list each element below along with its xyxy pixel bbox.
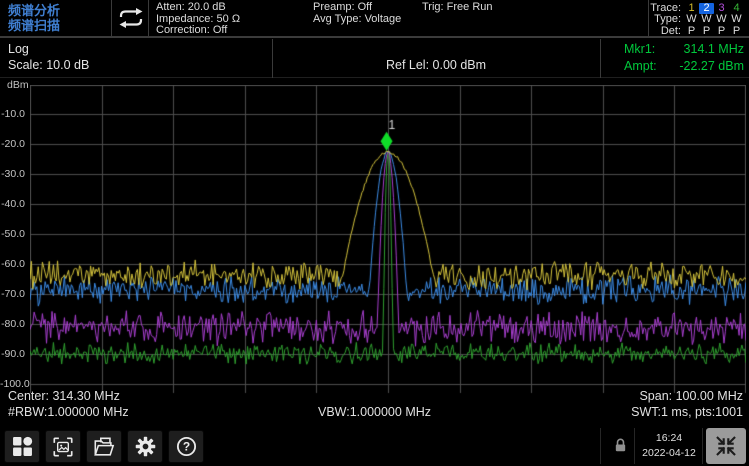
- apps-menu-button[interactable]: [4, 430, 40, 463]
- marker-frequency-readout: Mkr1: 314.1 MHz: [624, 42, 744, 56]
- y-axis-tick-label: -70.0: [0, 289, 25, 300]
- screenshot-button[interactable]: [45, 430, 81, 463]
- divider: [111, 0, 112, 36]
- divider: [148, 0, 149, 36]
- y-axis-tick-label: -80.0: [0, 319, 25, 330]
- scale-value: Scale: 10.0 dB: [8, 57, 89, 73]
- trace-attr-cell: W: [684, 14, 699, 25]
- amplitude-settings-bar: Log Scale: 10.0 dB Ref Lel: 0.00 dBm Mkr…: [0, 37, 749, 78]
- scale-block: Log Scale: 10.0 dB: [8, 41, 89, 73]
- y-axis-tick-label: -50.0: [0, 229, 25, 240]
- apps-icon: [12, 436, 33, 457]
- date-value: 2022-04-12: [637, 446, 701, 461]
- span-value: Span: 100.00 MHz: [631, 389, 743, 405]
- trace-attr-cell: W: [729, 14, 744, 25]
- help-icon: ?: [175, 435, 198, 458]
- mkr1-label: Mkr1:: [624, 42, 655, 56]
- svg-text:?: ?: [182, 440, 189, 454]
- settings-button[interactable]: [127, 430, 163, 463]
- sweep-loop-icon: [116, 7, 146, 29]
- trigger-block: Trig: Free Run: [422, 2, 493, 14]
- fullscreen-exit-button[interactable]: [706, 428, 746, 464]
- divider: [634, 428, 635, 464]
- collapse-arrows-icon: [714, 434, 738, 458]
- clock-display: 16:24 2022-04-12: [637, 431, 701, 461]
- y-axis-tick-label: -90.0: [0, 349, 25, 360]
- help-button[interactable]: ?: [168, 430, 204, 463]
- mkr1-frequency: 314.1 MHz: [684, 42, 744, 56]
- y-axis-tick-label: -30.0: [0, 169, 25, 180]
- time-value: 16:24: [637, 431, 701, 446]
- ref-level-value: Ref Lel: 0.00 dBm: [272, 58, 600, 72]
- gear-icon: [134, 435, 157, 458]
- lock-icon: [612, 437, 629, 454]
- spectrum-plot-canvas[interactable]: [30, 85, 746, 395]
- atten-status: Atten: 20.0 dB: [156, 2, 240, 14]
- y-axis-tick-label: -10.0: [0, 109, 25, 120]
- screenshot-icon: [52, 436, 74, 458]
- type-row-label: Type:: [654, 14, 681, 25]
- trace-attr-cell: P: [714, 26, 729, 37]
- det-row-label: Det:: [661, 26, 681, 37]
- divider: [648, 0, 649, 36]
- trace-type-cells: WWWW: [684, 14, 744, 25]
- continuous-sweep-button[interactable]: [115, 7, 147, 31]
- trace-attr-cell: P: [699, 26, 714, 37]
- trace-status-panel: Trace: 1234 Type: WWWW Det: PPPP: [650, 3, 744, 37]
- trace-attr-cell: P: [729, 26, 744, 37]
- mode-menu[interactable]: 频谱分析 频谱扫描: [8, 3, 60, 33]
- ampt-value: -22.27 dBm: [679, 59, 744, 73]
- log-scale-label: Log: [8, 41, 89, 57]
- y-axis-tick-label: -20.0: [0, 139, 25, 150]
- folder-file-icon: [93, 436, 115, 458]
- trig-status: Trig: Free Run: [422, 2, 493, 14]
- center-frequency: Center: 314.30 MHz: [8, 389, 129, 405]
- mode-line-2: 频谱扫描: [8, 18, 60, 33]
- trace-det-cells: PPPP: [684, 26, 744, 37]
- preamp-settings-block: Preamp: Off Avg Type: Voltage: [313, 2, 401, 25]
- lock-status: [612, 437, 629, 459]
- trace-attr-cell: W: [699, 14, 714, 25]
- divider: [702, 428, 703, 464]
- y-axis-tick-label: -60.0: [0, 259, 25, 270]
- bottom-toolbar: ? 16:24 2022-04-12: [0, 426, 749, 466]
- input-settings-block: Atten: 20.0 dB Impedance: 50 Ω Correctio…: [156, 2, 240, 37]
- spectrum-analyzer-screen: 频谱分析 频谱扫描 Atten: 20.0 dB Impedance: 50 Ω…: [0, 0, 749, 466]
- swt-points-value: SWT:1 ms, pts:1001: [631, 405, 743, 421]
- marker-amplitude-readout: Ampt: -22.27 dBm: [624, 59, 744, 73]
- avg-type-status: Avg Type: Voltage: [313, 14, 401, 26]
- preamp-status: Preamp: Off: [313, 2, 401, 14]
- top-status-bar: 频谱分析 频谱扫描 Atten: 20.0 dB Impedance: 50 Ω…: [0, 0, 749, 37]
- y-axis-tick-labels: -10.0 -20.0 -30.0 -40.0 -50.0 -60.0 -70.0 -80.0…: [0, 85, 27, 395]
- y-axis-tick-label: -40.0: [0, 199, 25, 210]
- file-manager-button[interactable]: [86, 430, 122, 463]
- frequency-info-right: Span: 100.00 MHz SWT:1 ms, pts:1001: [631, 389, 743, 420]
- ampt-label: Ampt:: [624, 59, 657, 73]
- trace-attr-cell: P: [684, 26, 699, 37]
- divider: [600, 428, 601, 464]
- correction-status: Correction: Off: [156, 25, 240, 37]
- divider: [600, 39, 601, 78]
- mode-line-1: 频谱分析: [8, 3, 60, 18]
- trace-attr-cell: W: [714, 14, 729, 25]
